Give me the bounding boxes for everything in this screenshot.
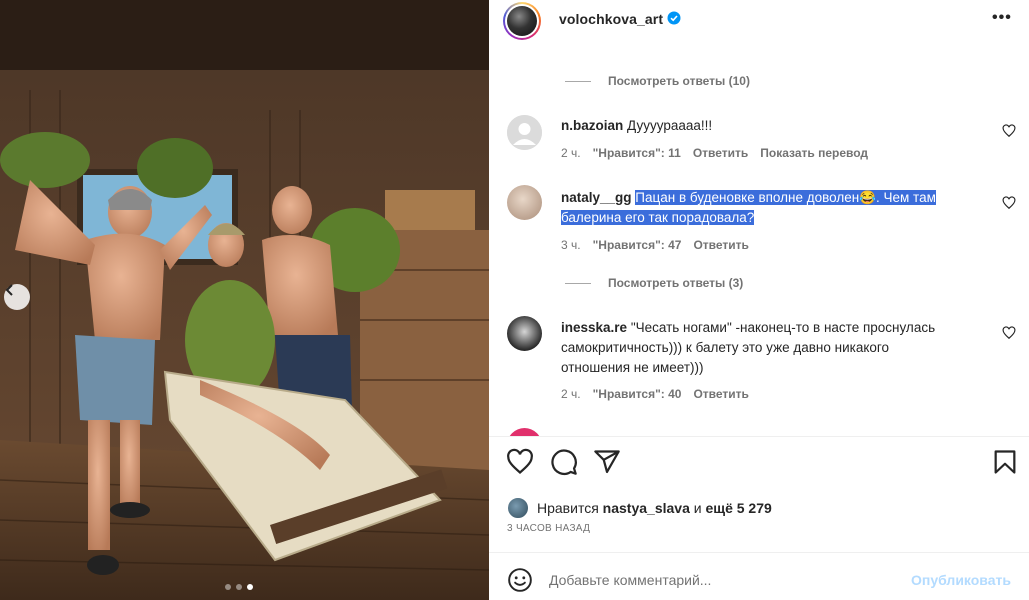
emoji-icon[interactable] — [507, 567, 533, 593]
likes-count[interactable]: ещё 5 279 — [705, 500, 771, 516]
heart-icon[interactable] — [1002, 196, 1016, 210]
comment-text: "Чесать ногами" -наконец-то в насте прос… — [630, 320, 936, 335]
comment-avatar[interactable] — [507, 316, 542, 351]
likes-summary: Нравится nastya_slava и ещё 5 279 — [507, 497, 772, 519]
verified-icon — [667, 11, 681, 25]
comment-time[interactable]: 2 ч. — [561, 387, 581, 401]
comment-text: Дуууураааа!!! — [627, 118, 713, 133]
comment-username[interactable]: nataly__gg — [561, 190, 632, 205]
translate-button[interactable]: Показать перевод — [760, 146, 868, 160]
view-replies-button[interactable]: Посмотреть ответы (10) — [565, 74, 750, 88]
comment-time[interactable]: 3 ч. — [561, 238, 581, 252]
post-panel: volochkova_art ••• Посмотреть ответы (10… — [489, 0, 1029, 600]
carousel-dot — [225, 584, 231, 590]
comment-likes[interactable]: "Нравится": 47 — [593, 238, 682, 252]
post-header: volochkova_art ••• — [489, 0, 1029, 40]
reply-button[interactable]: Ответить — [693, 146, 748, 160]
comment-avatar[interactable] — [507, 428, 542, 436]
divider — [489, 436, 1029, 437]
default-avatar-icon — [507, 115, 542, 150]
heart-icon[interactable] — [1002, 326, 1016, 340]
chevron-left-icon — [5, 284, 13, 296]
post-timestamp[interactable]: 3 ЧАСОВ НАЗАД — [507, 523, 590, 534]
liker-avatar[interactable] — [507, 497, 529, 519]
comment-text-cont: отношения не имеет))) — [561, 360, 704, 375]
sauna-photo — [0, 0, 489, 600]
heart-icon[interactable] — [1002, 124, 1016, 138]
comment-body: n.bazoian Дуууураааа!!! — [561, 116, 989, 136]
comment-meta: 3 ч. "Нравится": 47 Ответить — [561, 238, 749, 252]
comment-avatar[interactable] — [507, 115, 542, 150]
reply-button[interactable]: Ответить — [693, 238, 748, 252]
view-replies-label: Посмотреть ответы (10) — [608, 74, 750, 88]
heart-icon[interactable] — [506, 448, 534, 476]
comment-text-cont: балерина его так порадовала? — [561, 210, 755, 225]
divider — [489, 552, 1029, 553]
comment-icon[interactable] — [550, 448, 578, 476]
comment-text-cont: самокритичность))) к балету это уже давн… — [561, 340, 890, 355]
author-avatar[interactable] — [503, 2, 541, 40]
comment-text: Пацан в буденовке вполне доволен😂. Чем т… — [635, 190, 936, 205]
reply-button[interactable]: Ответить — [693, 387, 748, 401]
share-icon[interactable] — [593, 448, 621, 476]
liker-username[interactable]: nastya_slava — [603, 500, 690, 516]
likes-prefix: Нравится — [537, 500, 599, 516]
comment-time[interactable]: 2 ч. — [561, 146, 581, 160]
carousel-dots — [225, 584, 253, 590]
comment-likes[interactable]: "Нравится": 40 — [593, 387, 682, 401]
post-photo[interactable] — [0, 0, 489, 600]
comment-body: nataly__gg Пацан в буденовке вполне дово… — [561, 188, 989, 228]
comment-avatar[interactable] — [507, 185, 542, 220]
carousel-dot — [236, 584, 242, 590]
publish-button[interactable]: Опубликовать — [911, 572, 1011, 588]
carousel-dot-active — [247, 584, 253, 590]
comments-list: Посмотреть ответы (10) n.bazoian Дуууура… — [489, 50, 1029, 436]
comment-input[interactable] — [549, 568, 889, 592]
comment-meta: 2 ч. "Нравится": 40 Ответить — [561, 387, 749, 401]
view-replies-label: Посмотреть ответы (3) — [608, 276, 744, 290]
comment-meta: 2 ч. "Нравится": 11 Ответить Показать пе… — [561, 146, 868, 160]
comment-body: inesska.re "Чесать ногами" -наконец-то в… — [561, 318, 989, 378]
comment-username[interactable]: n.bazoian — [561, 118, 623, 133]
action-bar — [489, 448, 1029, 482]
bookmark-icon[interactable] — [991, 448, 1019, 476]
view-replies-button[interactable]: Посмотреть ответы (3) — [565, 276, 743, 290]
more-icon[interactable]: ••• — [992, 9, 1012, 27]
likes-conjunction: и — [693, 500, 702, 516]
comment-username[interactable]: inesska.re — [561, 320, 627, 335]
comment-likes[interactable]: "Нравится": 11 — [593, 146, 681, 160]
carousel-prev-button[interactable] — [4, 284, 30, 310]
author-username[interactable]: volochkova_art — [559, 11, 663, 27]
